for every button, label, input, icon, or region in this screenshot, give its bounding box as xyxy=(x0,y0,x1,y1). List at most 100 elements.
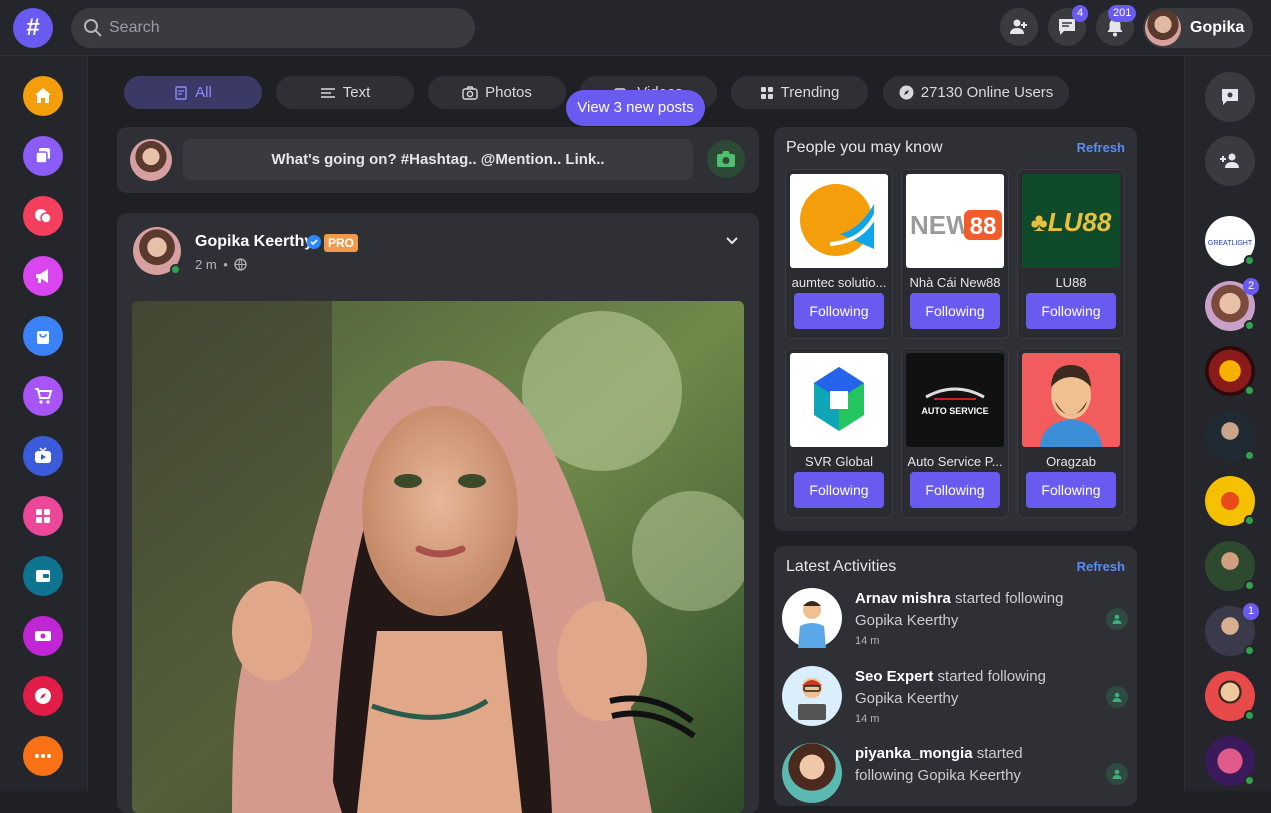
watch-nav-button[interactable] xyxy=(23,436,63,476)
tab-online-users[interactable]: 27130 Online Users xyxy=(883,76,1069,109)
follow-button[interactable]: Following xyxy=(910,472,1000,508)
activity-user[interactable]: Arnav mishra xyxy=(855,590,951,607)
follow-button[interactable]: Following xyxy=(794,293,884,329)
ads-nav-button[interactable] xyxy=(23,256,63,296)
suggestion-name[interactable]: Oragzab xyxy=(1020,454,1122,469)
suggestion-card: Oragzab Following xyxy=(1017,348,1125,518)
suggestion-card: aumtec solutio... Following xyxy=(785,169,893,339)
search-input[interactable] xyxy=(109,8,459,48)
contact-badge: 2 xyxy=(1243,278,1260,295)
post-time[interactable]: 2 m xyxy=(195,257,217,272)
marketplace-nav-button[interactable] xyxy=(23,316,63,356)
suggestion-card: ♣LU88 LU88 Following xyxy=(1017,169,1125,339)
online-indicator xyxy=(1244,710,1255,721)
contact-avatar[interactable] xyxy=(1205,346,1255,396)
user-menu[interactable]: Gopika xyxy=(1143,8,1253,48)
megaphone-icon xyxy=(36,269,48,283)
wallet-icon xyxy=(36,570,50,582)
contact-avatar[interactable] xyxy=(1205,736,1255,786)
avatar[interactable] xyxy=(133,227,181,275)
suggestion-name[interactable]: LU88 xyxy=(1020,275,1122,290)
avatar[interactable] xyxy=(782,743,842,803)
tv-play-icon xyxy=(35,447,51,463)
groups-nav-button[interactable] xyxy=(23,196,63,236)
tab-label: Text xyxy=(342,84,371,101)
chat-settings-button[interactable] xyxy=(1205,72,1255,122)
suggestion-name[interactable]: aumtec solutio... xyxy=(788,275,890,290)
contacts-button[interactable] xyxy=(1205,136,1255,186)
more-dots-icon xyxy=(35,754,51,758)
post-image[interactable] xyxy=(132,301,744,813)
search-box[interactable] xyxy=(71,8,475,48)
top-bar: # 4 201 Gopika xyxy=(0,0,1271,56)
right-sidebar: GREATLIGHT 2 1 xyxy=(1184,56,1271,791)
cart-icon xyxy=(35,388,53,404)
contact-avatar[interactable]: GREATLIGHT xyxy=(1205,216,1255,266)
suggestion-name[interactable]: SVR Global xyxy=(788,454,890,469)
user-name: Gopika xyxy=(1190,19,1245,36)
wallet-nav-button[interactable] xyxy=(23,556,63,596)
contact-badge: 1 xyxy=(1243,603,1260,620)
tab-photos[interactable]: Photos xyxy=(428,76,566,109)
profile-image[interactable] xyxy=(1022,353,1120,447)
pro-badge: PRO xyxy=(324,234,359,252)
online-indicator xyxy=(1244,645,1255,656)
activity-user[interactable]: piyanka_mongia xyxy=(855,745,973,762)
contact-avatar[interactable] xyxy=(1205,541,1255,591)
post-author[interactable]: Gopika Keerthy xyxy=(195,233,313,251)
activity-text: piyanka_mongia started following Gopika … xyxy=(855,743,1075,787)
search-icon xyxy=(84,19,102,37)
pages-nav-button[interactable] xyxy=(23,136,63,176)
chat-gear-icon xyxy=(1222,89,1238,105)
portrait-image xyxy=(132,301,744,813)
tab-all[interactable]: All xyxy=(124,76,262,109)
online-indicator xyxy=(1244,580,1255,591)
meta-separator: • xyxy=(223,257,228,272)
refresh-button[interactable]: Refresh xyxy=(1077,559,1125,574)
tab-label: Trending xyxy=(780,84,840,101)
explore-nav-button[interactable] xyxy=(23,676,63,716)
avatar[interactable] xyxy=(782,666,842,726)
online-indicator xyxy=(1244,385,1255,396)
tab-trending[interactable]: Trending xyxy=(731,76,868,109)
follow-button[interactable]: Following xyxy=(1026,472,1116,508)
profile-image[interactable]: NEW 88 xyxy=(906,174,1004,268)
view-new-posts-button[interactable]: View 3 new posts xyxy=(566,90,705,126)
profile-image[interactable] xyxy=(790,174,888,268)
contact-avatar[interactable] xyxy=(1205,411,1255,461)
camera-icon xyxy=(717,151,735,167)
add-photo-button[interactable] xyxy=(707,140,745,178)
online-indicator xyxy=(170,264,181,275)
follow-button[interactable]: Following xyxy=(1026,293,1116,329)
messages-badge: 4 xyxy=(1072,5,1089,22)
tab-text[interactable]: Text xyxy=(276,76,414,109)
profile-image[interactable] xyxy=(790,353,888,447)
composer-input[interactable]: What's going on? #Hashtag.. @Mention.. L… xyxy=(183,139,693,180)
more-nav-button[interactable] xyxy=(23,736,63,776)
apps-nav-button[interactable] xyxy=(23,496,63,536)
add-friend-button[interactable] xyxy=(1000,8,1038,46)
follow-button[interactable]: Following xyxy=(794,472,884,508)
profile-image[interactable]: AUTO SERVICE xyxy=(906,353,1004,447)
app-logo[interactable]: # xyxy=(13,8,53,48)
contact-avatar[interactable] xyxy=(1205,671,1255,721)
avatar[interactable] xyxy=(782,588,842,648)
suggestion-name[interactable]: Auto Service P... xyxy=(904,454,1006,469)
profile-image[interactable]: ♣LU88 xyxy=(1022,174,1120,268)
lu88-logo-icon: ♣LU88 xyxy=(1031,207,1112,237)
follow-activity-icon xyxy=(1106,608,1128,630)
follow-button[interactable]: Following xyxy=(910,293,1000,329)
tab-label: All xyxy=(195,84,212,101)
funding-nav-button[interactable] xyxy=(23,616,63,656)
online-indicator xyxy=(1244,775,1255,786)
chevron-down-icon[interactable] xyxy=(723,231,741,249)
refresh-button[interactable]: Refresh xyxy=(1077,140,1125,155)
suggestion-name[interactable]: Nhà Cái New88 xyxy=(904,275,1006,290)
suggestion-card: AUTO SERVICE Auto Service P... Following xyxy=(901,348,1009,518)
shop-nav-button[interactable] xyxy=(23,376,63,416)
compass-icon xyxy=(35,688,51,704)
activity-user[interactable]: Seo Expert xyxy=(855,668,933,685)
home-nav-button[interactable] xyxy=(23,76,63,116)
contact-avatar[interactable] xyxy=(1205,476,1255,526)
add-user-icon xyxy=(1010,19,1027,34)
